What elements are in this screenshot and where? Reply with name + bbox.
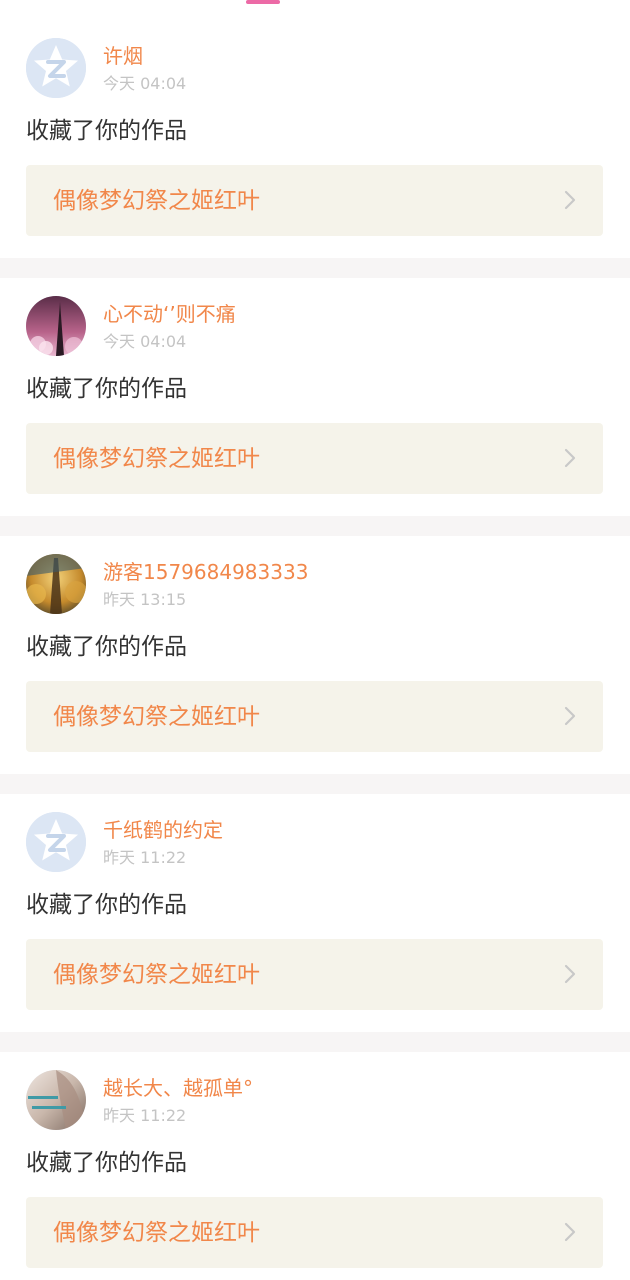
work-title: 偶像梦幻祭之姬红叶 [53,446,260,472]
chevron-right-icon [563,963,577,985]
chevron-right-icon [563,1221,577,1243]
section-divider [0,1032,630,1052]
notification-card: 越长大、越孤单° 昨天 11:22 收藏了你的作品 偶像梦幻祭之姬红叶 [0,1052,630,1280]
timestamp: 昨天 13:15 [103,590,187,609]
section-divider [0,774,630,794]
work-link[interactable]: 偶像梦幻祭之姬红叶 [26,1197,603,1268]
notification-card: 游客1579684983333 昨天 13:15 收藏了你的作品 偶像梦幻祭之姬… [0,536,630,774]
avatar[interactable] [26,1070,86,1130]
work-link[interactable]: 偶像梦幻祭之姬红叶 [26,939,603,1010]
work-link[interactable]: 偶像梦幻祭之姬红叶 [26,681,603,752]
work-title: 偶像梦幻祭之姬红叶 [53,188,260,214]
section-divider [0,258,630,278]
default-star-avatar-icon [26,812,86,872]
username[interactable]: 许烟 [103,44,143,68]
action-text: 收藏了你的作品 [26,1150,187,1176]
work-link[interactable]: 偶像梦幻祭之姬红叶 [26,423,603,494]
timestamp: 昨天 11:22 [103,1106,187,1125]
username[interactable]: 游客1579684983333 [103,560,308,584]
notification-card: 心不动‘’则不痛 今天 04:04 收藏了你的作品 偶像梦幻祭之姬红叶 [0,278,630,516]
work-link[interactable]: 偶像梦幻祭之姬红叶 [26,165,603,236]
golden-tower-avatar-icon [26,554,86,614]
username[interactable]: 千纸鹤的约定 [103,818,223,842]
active-tab-indicator [246,0,280,4]
section-divider [0,516,630,536]
avatar[interactable] [26,554,86,614]
avatar[interactable] [26,38,86,98]
timestamp: 昨天 11:22 [103,848,187,867]
timestamp: 今天 04:04 [103,74,187,93]
timestamp: 今天 04:04 [103,332,187,351]
notification-page: 许烟 今天 04:04 收藏了你的作品 偶像梦幻祭之姬红叶 心不动‘’则不痛 今… [0,0,630,1280]
notification-card: 许烟 今天 04:04 收藏了你的作品 偶像梦幻祭之姬红叶 [0,20,630,258]
work-title: 偶像梦幻祭之姬红叶 [53,704,260,730]
username[interactable]: 心不动‘’则不痛 [103,302,236,326]
photo-text-avatar-icon [26,1070,86,1130]
notification-feed[interactable]: 许烟 今天 04:04 收藏了你的作品 偶像梦幻祭之姬红叶 心不动‘’则不痛 今… [0,20,630,1280]
work-title: 偶像梦幻祭之姬红叶 [53,962,260,988]
action-text: 收藏了你的作品 [26,892,187,918]
default-star-avatar-icon [26,38,86,98]
chevron-right-icon [563,447,577,469]
username[interactable]: 越长大、越孤单° [103,1076,253,1100]
action-text: 收藏了你的作品 [26,634,187,660]
chevron-right-icon [563,189,577,211]
avatar[interactable] [26,812,86,872]
chevron-right-icon [563,705,577,727]
action-text: 收藏了你的作品 [26,376,187,402]
work-title: 偶像梦幻祭之姬红叶 [53,1220,260,1246]
avatar[interactable] [26,296,86,356]
night-tower-avatar-icon [26,296,86,356]
notification-card: 千纸鹤的约定 昨天 11:22 收藏了你的作品 偶像梦幻祭之姬红叶 [0,794,630,1032]
action-text: 收藏了你的作品 [26,118,187,144]
